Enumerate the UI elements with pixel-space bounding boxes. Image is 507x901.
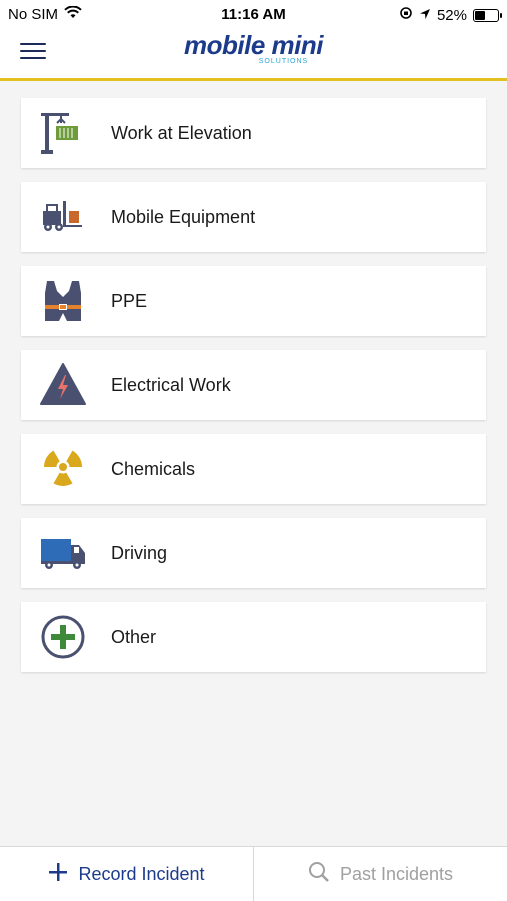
category-label: Driving	[111, 542, 168, 563]
plus-icon	[48, 862, 68, 887]
app-header: mobile mini SOLUTIONS	[0, 28, 507, 81]
category-label: Electrical Work	[111, 374, 231, 395]
truck-icon	[39, 529, 87, 577]
radiation-icon	[39, 445, 87, 493]
logo: mobile mini SOLUTIONS	[0, 30, 507, 65]
category-list: Work at Elevation Mobile Equipment PPE E…	[21, 98, 486, 686]
status-right: 52%	[399, 6, 502, 24]
vest-icon	[39, 277, 87, 325]
forklift-icon	[39, 193, 87, 241]
past-incidents-tab[interactable]: Past Incidents	[254, 847, 507, 901]
record-incident-tab[interactable]: Record Incident	[0, 847, 254, 901]
crane-icon	[39, 109, 87, 157]
battery-icon	[473, 8, 502, 22]
record-incident-label: Record Incident	[78, 863, 205, 884]
category-label: Other	[111, 626, 157, 647]
logo-text: mobile mini	[184, 30, 323, 60]
category-label: Work at Elevation	[111, 122, 252, 143]
category-label: PPE	[111, 290, 148, 311]
category-other[interactable]: Other	[21, 602, 486, 672]
category-label: Mobile Equipment	[111, 206, 256, 227]
search-icon	[308, 861, 330, 888]
orientation-lock-icon	[399, 6, 413, 24]
category-work-at-elevation[interactable]: Work at Elevation	[21, 98, 486, 168]
category-mobile-equipment[interactable]: Mobile Equipment	[21, 182, 486, 252]
category-label: Chemicals	[111, 458, 196, 479]
battery-percent: 52%	[436, 6, 467, 24]
category-ppe[interactable]: PPE	[21, 266, 486, 336]
status-bar: No SIM 11:16 AM 52%	[0, 0, 507, 28]
category-driving[interactable]: Driving	[21, 518, 486, 588]
location-icon	[419, 7, 431, 24]
plus-circle-icon	[39, 613, 87, 661]
category-chemicals[interactable]: Chemicals	[21, 434, 486, 504]
bottom-nav: Record Incident Past Incidents	[0, 846, 507, 901]
past-incidents-label: Past Incidents	[339, 863, 454, 884]
electrical-warning-icon	[39, 361, 87, 409]
category-electrical-work[interactable]: Electrical Work	[21, 350, 486, 420]
